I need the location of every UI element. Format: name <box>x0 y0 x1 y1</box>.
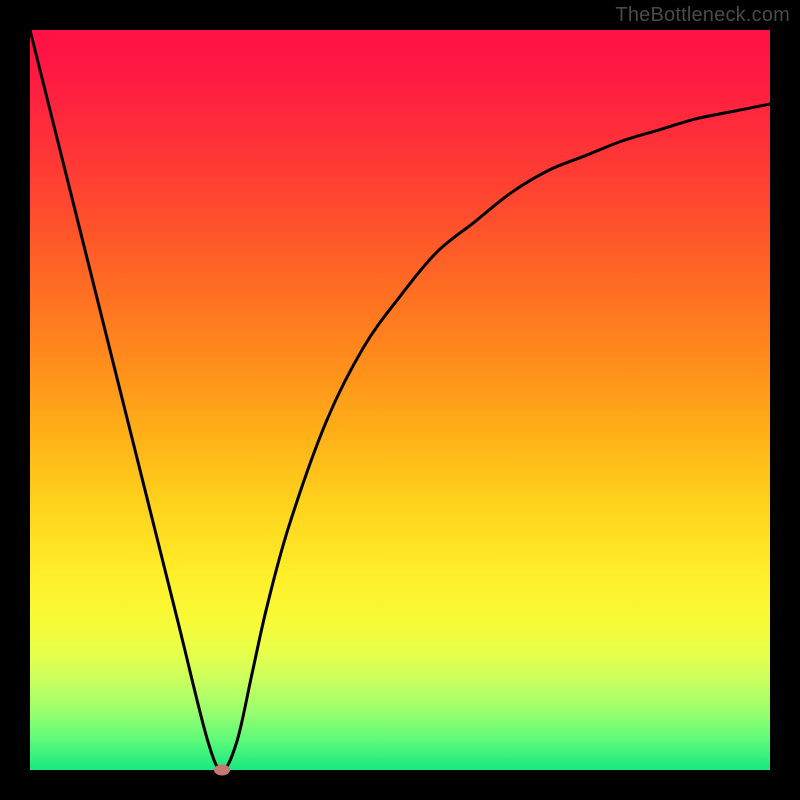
plot-area <box>30 30 770 770</box>
attribution-text: TheBottleneck.com <box>615 4 790 27</box>
chart-frame: TheBottleneck.com <box>0 0 800 800</box>
minimum-marker <box>214 765 230 776</box>
bottleneck-curve <box>30 30 770 770</box>
